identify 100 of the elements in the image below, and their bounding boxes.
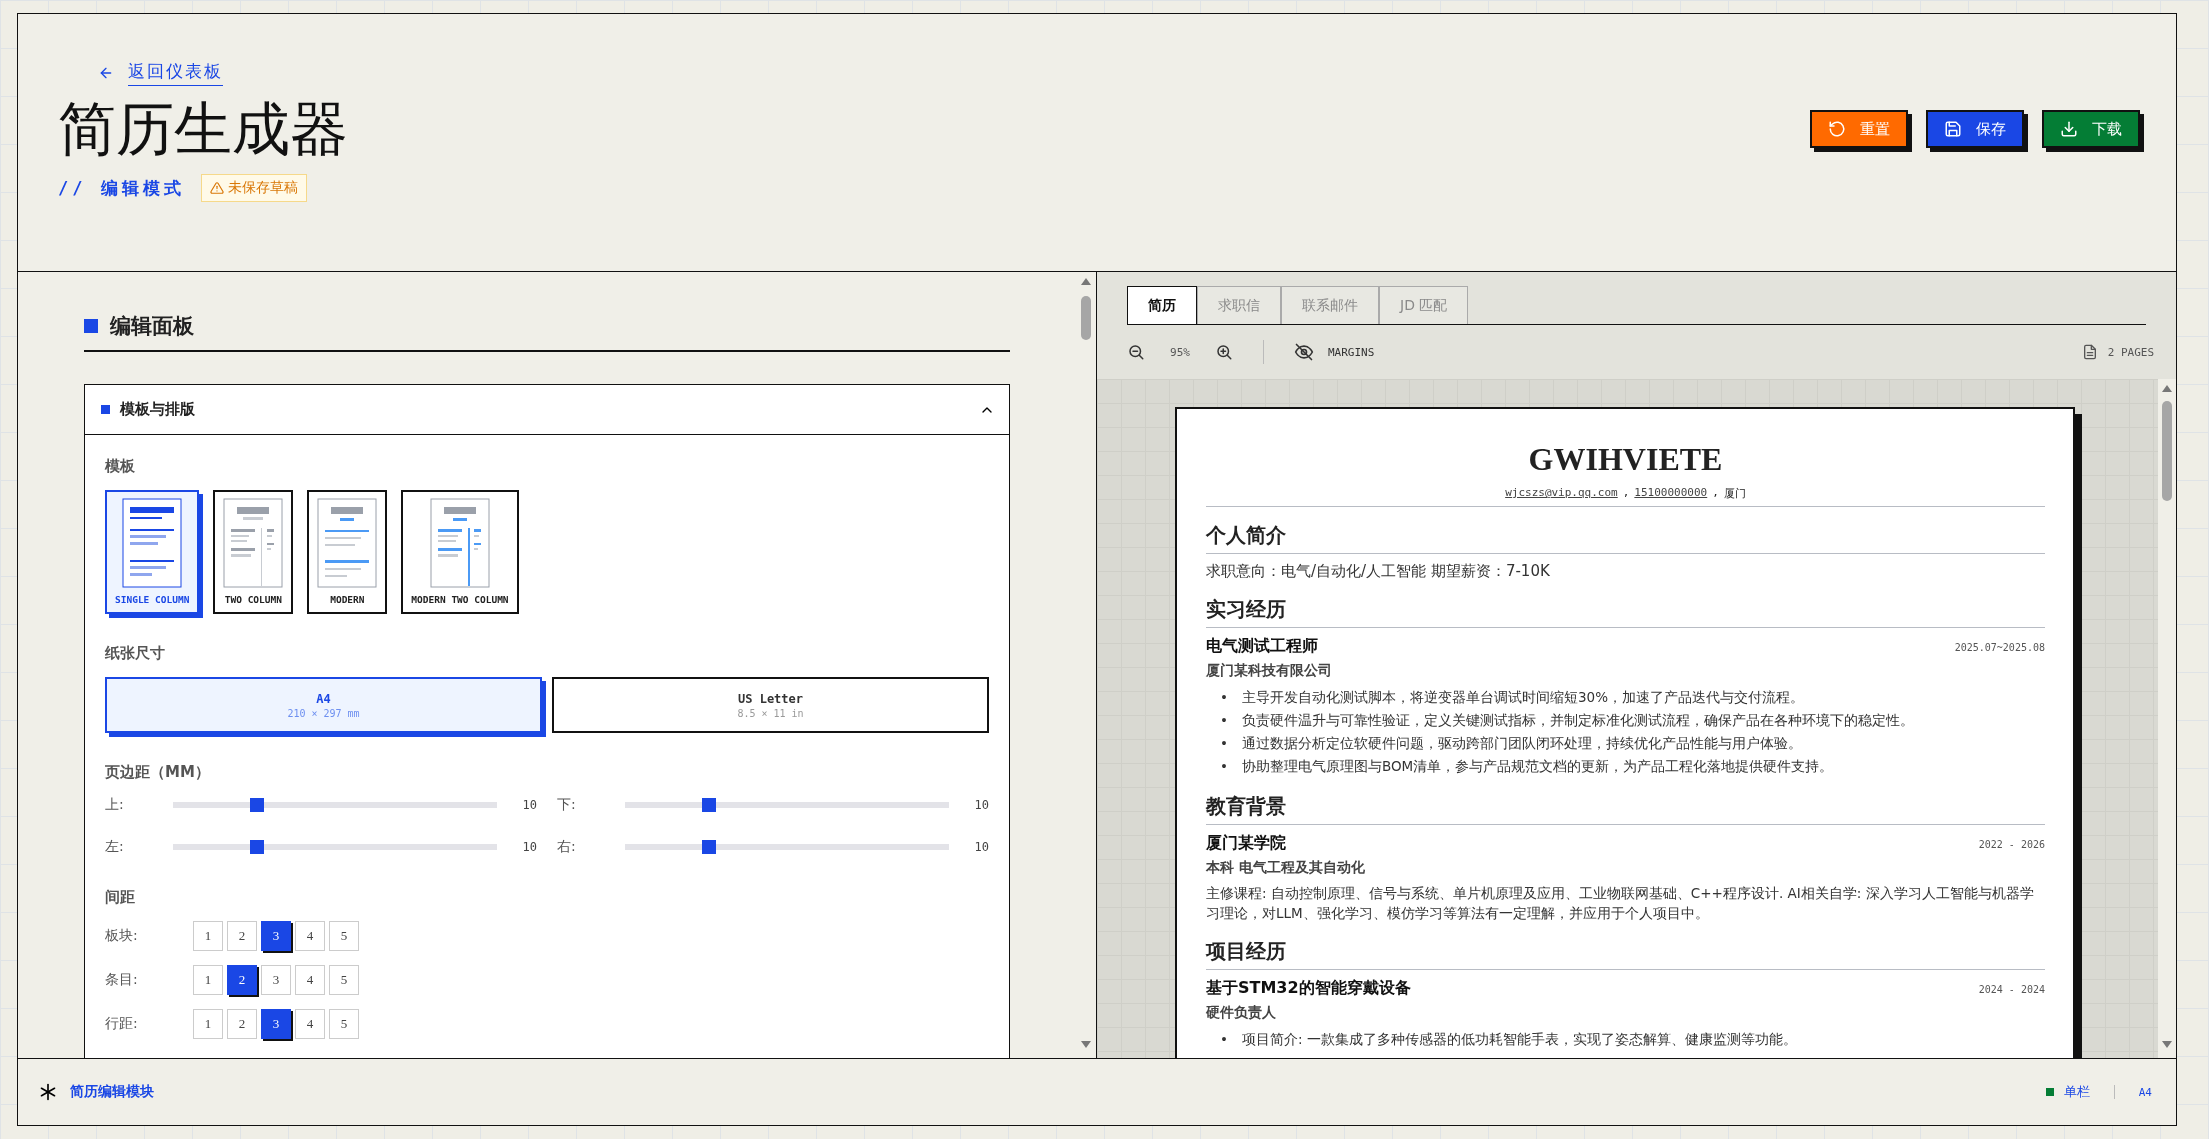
asterisk-icon xyxy=(38,1082,58,1102)
spacing-option[interactable]: 1 xyxy=(193,965,223,995)
separator: , xyxy=(1712,486,1719,501)
document-icon xyxy=(2081,344,2098,360)
template-option[interactable]: MODERN xyxy=(307,490,388,614)
spacing-label: 行距: xyxy=(105,1015,139,1033)
slider-label: 上: xyxy=(105,796,125,814)
spacing-option[interactable]: 1 xyxy=(193,921,223,951)
bullet-point: 主导开发自动化测试脚本，将逆变器单台调试时间缩短30%，加速了产品迭代与交付流程。 xyxy=(1241,688,1804,707)
entry-date: 2024 - 2024 xyxy=(1978,984,2045,995)
spacing-option[interactable]: 3 xyxy=(261,965,291,995)
bullet-marker: • xyxy=(1220,734,1228,753)
draft-badge: 未保存草稿 xyxy=(200,174,307,202)
slider-label: 左: xyxy=(105,838,125,856)
eye-off-icon xyxy=(1294,342,1314,362)
scrollbar[interactable] xyxy=(2158,379,2176,1058)
field-label: 模板 xyxy=(105,457,136,476)
panel-title: 编辑面板 xyxy=(110,313,194,340)
entry-title: 厦门某学院 xyxy=(1206,833,1286,854)
resume-section-title: 教育背景 xyxy=(1206,793,2045,825)
save-icon xyxy=(1944,120,1962,138)
spacing-option[interactable]: 4 xyxy=(295,965,325,995)
spacing-option[interactable]: 1 xyxy=(193,1009,223,1039)
spacing-option[interactable]: 5 xyxy=(329,1009,359,1039)
page-layout-icon xyxy=(317,498,378,588)
entry-subtitle: 本科 电气工程及其自动化 xyxy=(1206,859,1366,877)
bullet-marker: • xyxy=(1220,711,1228,730)
paper-label: A4 xyxy=(2138,1085,2152,1099)
zoom-level: 95% xyxy=(1169,345,1191,359)
spacing-option[interactable]: 5 xyxy=(329,921,359,951)
slider-value: 10 xyxy=(521,798,537,812)
reset-icon xyxy=(1828,120,1846,138)
entry-subtitle: 厦门某科技有限公司 xyxy=(1206,662,1333,680)
bullet-point: 协助整理电气原理图与BOM清单，参与产品规范文档的更新，为产品工程化落地提供硬件支持。 xyxy=(1241,757,1834,776)
bullet-marker: • xyxy=(1220,688,1228,707)
entry-title: 基于STM32的智能穿戴设备 xyxy=(1206,978,1411,999)
spacing-option[interactable]: 2 xyxy=(227,921,257,951)
margins-toggle[interactable]: MARGINS xyxy=(1294,342,1375,362)
slider-label: 右: xyxy=(557,838,577,856)
page-layout-icon xyxy=(122,498,183,588)
arrow-left-icon xyxy=(98,65,114,81)
slider-value: 10 xyxy=(521,840,537,854)
slider-thumb[interactable] xyxy=(250,798,265,812)
download-icon xyxy=(2060,120,2078,138)
entry-date: 2025.07~2025.08 xyxy=(1954,642,2045,653)
resume-section-title: 项目经历 xyxy=(1206,938,2045,970)
spacing-option[interactable]: 2 xyxy=(227,965,257,995)
zoom-out-icon xyxy=(1127,343,1145,361)
tab[interactable]: 简历 xyxy=(1127,286,1197,324)
resume-text: 求职意向：电气/自动化/人工智能 期望薪资：7-10K xyxy=(1206,562,1551,581)
spacing-option[interactable]: 3 xyxy=(261,1009,291,1039)
zoom-out-button[interactable] xyxy=(1127,343,1145,361)
slider-thumb[interactable] xyxy=(250,840,265,854)
back-link[interactable]: 返回仪表板 xyxy=(128,60,223,86)
slider-label: 下: xyxy=(557,796,577,814)
section-title: 模板与排版 xyxy=(120,400,196,419)
warning-icon xyxy=(209,181,224,195)
page-layout-icon xyxy=(223,498,284,588)
slider-thumb[interactable] xyxy=(702,798,717,812)
spacing-option[interactable]: 2 xyxy=(227,1009,257,1039)
slider-thumb[interactable] xyxy=(702,840,717,854)
bullet-marker: • xyxy=(1220,757,1228,776)
spacing-option[interactable]: 4 xyxy=(295,921,325,951)
contact-link[interactable]: 15100000000 xyxy=(1634,486,1708,501)
footer-title: 简历编辑模块 xyxy=(70,1083,155,1101)
resume-section-title: 实习经历 xyxy=(1206,596,2045,628)
resume-section-title: 个人简介 xyxy=(1206,522,2045,554)
paper-option[interactable]: US Letter 8.5 × 11 in xyxy=(552,677,989,733)
slider-value: 10 xyxy=(973,798,989,812)
separator: , xyxy=(1622,486,1630,501)
page-layout-icon xyxy=(429,498,490,588)
contact-link[interactable]: wjcszs@vip.qq.com xyxy=(1505,486,1618,501)
page-count: 2 PAGES xyxy=(2107,345,2154,359)
slider-value: 10 xyxy=(973,840,989,854)
zoom-in-icon xyxy=(1215,343,1233,361)
field-label: 页边距（MM） xyxy=(105,763,211,782)
mode-label: // 编辑模式 xyxy=(58,176,185,200)
spacing-option[interactable]: 5 xyxy=(329,965,359,995)
entry-description: 主修课程: 自动控制原理、信号与系统、单片机原理及应用、工业物联网基础、C++程序设计. AI相关自学: 深入学习人工智能与机器学习理论，对LLM、强化学习、模仿学习等算法有一定理解，并应用于个人项目中。 xyxy=(1206,884,2035,923)
spacing-option[interactable]: 3 xyxy=(261,921,291,951)
contact-text: 厦门 xyxy=(1723,486,1746,501)
zoom-in-button[interactable] xyxy=(1215,343,1233,361)
entry-date: 2022 - 2026 xyxy=(1978,839,2045,850)
square-marker-icon xyxy=(84,319,98,333)
layout-label: 单栏 xyxy=(2063,1083,2090,1101)
status-square-icon xyxy=(2045,1088,2054,1096)
bullet-marker: • xyxy=(1220,1030,1228,1049)
bullet-point: 负责硬件温升与可靠性验证，定义关键测试指标，并制定标准化测试流程，确保产品在各种环境下的稳定性。 xyxy=(1241,711,1914,730)
spacing-label: 板块: xyxy=(105,927,139,945)
field-label: 纸张尺寸 xyxy=(105,644,166,663)
page-title: 简历生成器 xyxy=(58,96,348,164)
bullet-point: 项目简介: 一款集成了多种传感器的低功耗智能手表，实现了姿态解算、健康监测等功能。 xyxy=(1241,1030,1797,1049)
spacing-option[interactable]: 4 xyxy=(295,1009,325,1039)
bullet-point: 通过数据分析定位软硬件问题，驱动跨部门团队闭环处理，持续优化产品性能与用户体验。 xyxy=(1241,734,1802,753)
field-label: 间距 xyxy=(105,888,136,907)
resume-name: GWIHVIETE xyxy=(1527,441,1724,478)
template-option[interactable]: MODERN TWO COLUMN xyxy=(401,490,519,614)
square-marker-icon xyxy=(101,405,110,414)
entry-title: 电气测试工程师 xyxy=(1206,636,1318,657)
template-option[interactable]: TWO COLUMN xyxy=(213,490,294,614)
